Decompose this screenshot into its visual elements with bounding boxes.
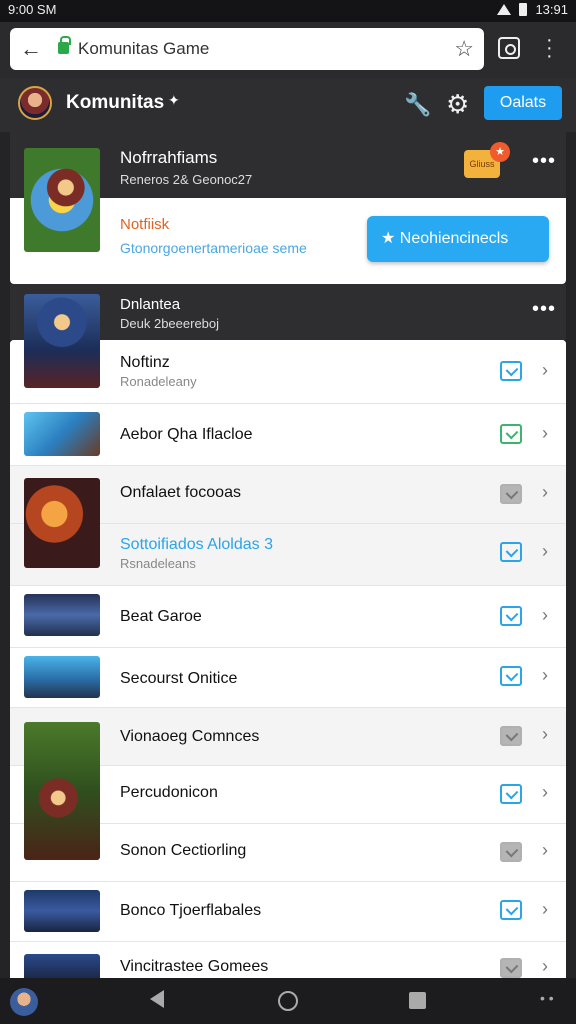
title-mark: ✦ [168, 92, 180, 108]
game-name: Bonco Tjoerflabales [120, 902, 262, 919]
chevron-right-icon[interactable]: › [542, 482, 548, 503]
game-thumbnail[interactable] [24, 656, 100, 698]
game-subtitle: Rsnadeleans [120, 556, 196, 571]
game-name: Vionaoeg Comnces [120, 728, 260, 745]
featured-subtitle: Reneros 2& Geonoc27 [120, 172, 253, 187]
chevron-right-icon[interactable]: › [542, 899, 548, 920]
checkbox-icon[interactable] [500, 726, 522, 746]
game-thumbnail[interactable] [24, 478, 100, 568]
game-name: Secourst Onitice [120, 670, 238, 687]
game-subtitle: Ronadeleany [120, 374, 197, 389]
url-text[interactable]: Komunitas Game [78, 39, 209, 59]
featured-subtitle: Deuk 2beeereboj [120, 316, 220, 331]
list-item[interactable]: Aebor Qha Iflacloe › [10, 404, 566, 466]
game-thumbnail[interactable] [24, 412, 100, 456]
wrench-icon[interactable]: 🔧 [404, 92, 431, 118]
chevron-right-icon[interactable]: › [542, 665, 548, 686]
game-thumbnail[interactable] [24, 890, 100, 932]
more-icon[interactable]: ••• [532, 298, 556, 321]
game-name: Onfalaet focooas [120, 484, 241, 501]
featured-game-thumbnail[interactable] [24, 148, 100, 252]
chevron-right-icon[interactable]: › [542, 782, 548, 803]
game-name: Percudonicon [120, 784, 218, 801]
status-time-right: 13:91 [535, 2, 568, 17]
back-arrow-icon[interactable]: ← [20, 36, 42, 62]
game-name: Beat Garoe [120, 608, 202, 625]
featured-game-thumbnail[interactable] [24, 294, 100, 388]
browser-toolbar: ← Komunitas Game ☆ · · · [0, 22, 576, 78]
notice-title: Notfiisk [120, 216, 170, 233]
list-item[interactable]: Secourst Onitice › [10, 648, 566, 708]
system-nav-bar: • • [0, 978, 576, 1024]
more-icon[interactable]: ••• [532, 150, 556, 173]
address-bar[interactable]: ← Komunitas Game ☆ [10, 28, 484, 70]
wifi-icon [497, 4, 512, 15]
featured-card-1[interactable]: Nofrrahfiams Reneros 2& Geonoc27 Gliuss … [10, 132, 566, 284]
game-name: Vincitrastee Gomees [120, 958, 269, 975]
nav-recents-icon[interactable] [409, 992, 426, 1009]
game-name: Sonon Cectiorling [120, 842, 247, 859]
header-action-button[interactable]: Oalats [484, 86, 562, 120]
checkbox-icon[interactable] [500, 900, 522, 920]
page-title: Komunitas [66, 92, 165, 113]
checkbox-icon[interactable] [500, 484, 522, 504]
battery-icon [519, 3, 528, 16]
checkbox-icon[interactable] [500, 784, 522, 804]
lock-icon [58, 36, 71, 54]
nav-back-icon[interactable] [150, 990, 164, 1008]
list-item[interactable]: Vincitrastee Gomees › [10, 942, 566, 978]
game-thumbnail[interactable] [24, 722, 100, 860]
chevron-right-icon[interactable]: › [542, 840, 548, 861]
app-avatar[interactable] [18, 86, 52, 120]
game-name: Noftinz [120, 354, 170, 371]
checkbox-icon[interactable] [500, 361, 522, 381]
checkbox-icon[interactable] [500, 666, 522, 686]
chevron-right-icon[interactable]: › [542, 360, 548, 381]
chevron-right-icon[interactable]: › [542, 541, 548, 562]
status-bar: 9:00 SM 13:91 [0, 0, 576, 22]
list-item[interactable]: Bonco Tjoerflabales › [10, 882, 566, 942]
app-header: Komunitas ✦ 🔧 ⚙ Oalats [0, 78, 576, 132]
checkbox-icon[interactable] [500, 958, 522, 978]
status-time-left: 9:00 SM [8, 2, 57, 17]
promo-badge[interactable]: Gliuss [464, 142, 510, 178]
checkbox-icon[interactable] [500, 542, 522, 562]
featured-name: Dnlantea [120, 296, 181, 313]
checkbox-icon[interactable] [500, 424, 522, 444]
star-icon: ★ [381, 230, 396, 247]
status-icons: 13:91 [497, 2, 568, 17]
list-item[interactable]: Beat Garoe › [10, 586, 566, 648]
notice-button-label: Neohiencinecls [399, 230, 509, 247]
game-name: Sottoifiados Aloldas 3 [120, 536, 273, 553]
game-list: Noftinz Ronadeleany › Aebor Qha Iflacloe… [10, 340, 566, 978]
star-icon[interactable]: ☆ [454, 36, 474, 62]
checkbox-icon[interactable] [500, 606, 522, 626]
game-name: Aebor Qha Iflacloe [120, 426, 253, 443]
chevron-right-icon[interactable]: › [542, 724, 548, 745]
tabs-icon[interactable] [498, 37, 520, 59]
nav-home-icon[interactable] [278, 991, 298, 1011]
checkbox-icon[interactable] [500, 842, 522, 862]
chevron-right-icon[interactable]: › [542, 423, 548, 444]
notice-subtitle: Gtonorgoenertamerioae seme [120, 240, 307, 256]
featured-name: Nofrrahfiams [120, 148, 218, 167]
game-thumbnail[interactable] [24, 954, 100, 978]
featured-card-2[interactable]: Dnlantea Deuk 2beeereboj ••• [10, 284, 566, 388]
chevron-right-icon[interactable]: › [542, 956, 548, 977]
menu-dots-icon[interactable]: · · · [546, 30, 553, 66]
avatar[interactable] [10, 988, 38, 1016]
more-icon[interactable]: • • [540, 990, 554, 1006]
gear-icon[interactable]: ⚙ [446, 89, 469, 120]
notice-action-button[interactable]: ★ Neohiencinecls [367, 216, 549, 262]
chevron-right-icon[interactable]: › [542, 605, 548, 626]
game-thumbnail[interactable] [24, 594, 100, 636]
